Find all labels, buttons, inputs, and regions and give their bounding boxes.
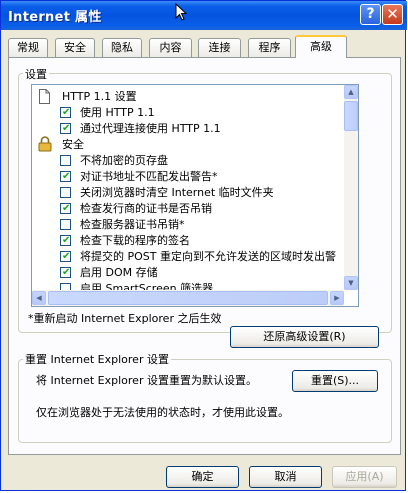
restore-advanced-button[interactable]: 还原高级设置(R) bbox=[230, 326, 379, 348]
settings-group-label: 设置 bbox=[23, 66, 49, 82]
tab-security[interactable]: 安全 bbox=[55, 38, 95, 57]
checkbox-proxy-http11[interactable]: ✔ bbox=[60, 123, 71, 134]
reset-description: 将 Internet Explorer 设置重置为默认设置。 bbox=[36, 374, 257, 387]
checkbox-server-revocation[interactable] bbox=[60, 219, 71, 230]
restart-note: *重新启动 Internet Explorer 之后生效 bbox=[28, 312, 222, 325]
settings-list[interactable]: HTTP 1.1 设置 ✔ 使用 HTTP 1.1 ✔ 通过代理连接使用 HTT… bbox=[31, 84, 359, 307]
cancel-button[interactable]: 取消 bbox=[249, 466, 322, 488]
tab-connections[interactable]: 连接 bbox=[198, 38, 241, 57]
tab-programs[interactable]: 程序 bbox=[248, 38, 291, 57]
horizontal-scrollbar[interactable]: ◀ ▶ bbox=[32, 290, 344, 306]
close-button[interactable]: ✕ bbox=[382, 4, 403, 25]
checkbox-download-signature[interactable]: ✔ bbox=[60, 235, 71, 246]
horizontal-scroll-thumb[interactable] bbox=[48, 291, 328, 305]
tab-advanced[interactable]: 高级 bbox=[295, 35, 347, 58]
mouse-cursor-icon bbox=[175, 3, 187, 21]
checkbox-publisher-revocation[interactable]: ✔ bbox=[60, 203, 71, 214]
scroll-right-icon[interactable]: ▶ bbox=[330, 291, 344, 305]
internet-options-dialog: Internet 属性 ? ✕ 常规 安全 隐私 内容 连接 程序 高级 设置 … bbox=[0, 0, 407, 491]
checkbox-post-redirect[interactable]: ✔ bbox=[60, 251, 71, 262]
tab-privacy[interactable]: 隐私 bbox=[102, 38, 142, 57]
checkbox-cert-mismatch[interactable]: ✔ bbox=[60, 171, 71, 182]
checkbox-dom-storage[interactable]: ✔ bbox=[60, 267, 71, 278]
scroll-up-icon[interactable]: ▲ bbox=[344, 85, 358, 99]
scroll-down-icon[interactable]: ▼ bbox=[344, 276, 358, 290]
help-button[interactable]: ? bbox=[360, 4, 381, 25]
tab-content[interactable]: 内容 bbox=[149, 38, 192, 57]
lock-icon bbox=[38, 136, 52, 152]
document-icon bbox=[39, 89, 50, 104]
checkbox-empty-temp[interactable] bbox=[60, 187, 71, 198]
ok-button[interactable]: 确定 bbox=[166, 466, 239, 488]
reset-hint: 仅在浏览器处于无法使用的状态时，才使用此设置。 bbox=[36, 406, 289, 419]
checkbox-no-save-encrypted[interactable] bbox=[60, 155, 71, 166]
checkbox-use-http11[interactable]: ✔ bbox=[60, 107, 71, 118]
vertical-scroll-thumb[interactable] bbox=[344, 101, 358, 131]
scroll-left-icon[interactable]: ◀ bbox=[32, 291, 46, 305]
reset-group-label: 重置 Internet Explorer 设置 bbox=[23, 351, 171, 367]
apply-button[interactable]: 应用(A) bbox=[332, 466, 397, 488]
window-title: Internet 属性 bbox=[8, 10, 102, 25]
vertical-scrollbar[interactable]: ▲ ▼ bbox=[344, 85, 358, 290]
tab-general[interactable]: 常规 bbox=[8, 38, 48, 57]
title-bar[interactable]: Internet 属性 ? ✕ bbox=[1, 1, 407, 30]
reset-button[interactable]: 重置(S)... bbox=[292, 370, 378, 392]
